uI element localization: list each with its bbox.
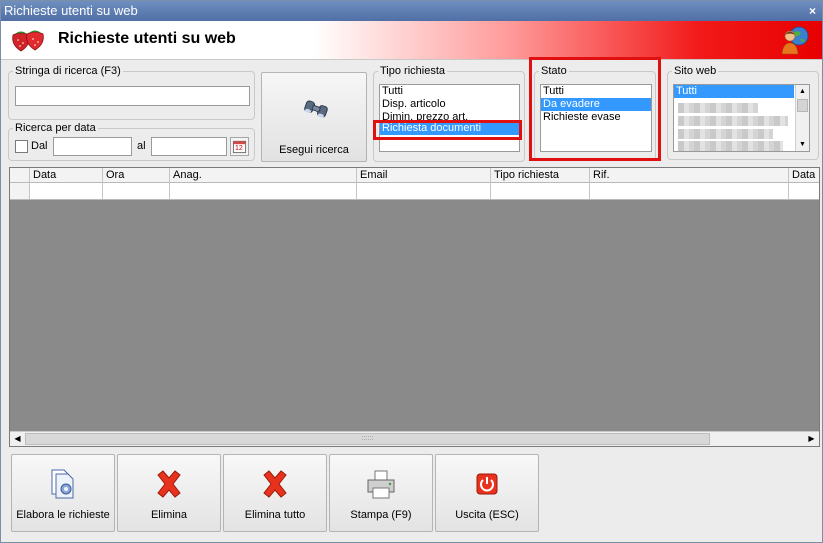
- list-item[interactable]: Tutti: [380, 85, 519, 98]
- column-header-data[interactable]: Data: [30, 168, 103, 183]
- blurred-item: [678, 129, 773, 139]
- date-filter-legend: Ricerca per data: [15, 122, 96, 134]
- window-title: Richieste utenti su web: [4, 3, 138, 18]
- print-button[interactable]: Stampa (F9): [329, 454, 433, 532]
- list-item[interactable]: Disp. articolo: [380, 98, 519, 111]
- printer-icon: [367, 470, 395, 499]
- strawberry-logo-icon: [12, 30, 44, 52]
- blurred-item: [678, 103, 758, 113]
- scroll-thumb[interactable]: [797, 99, 808, 112]
- blurred-item: [678, 116, 788, 126]
- date-filter-checkbox[interactable]: [15, 140, 28, 153]
- scroll-left-icon[interactable]: ◀: [10, 432, 25, 446]
- column-header-data-2[interactable]: Data: [789, 168, 819, 183]
- app-window: Richieste utenti su web × Richieste uten…: [0, 0, 823, 543]
- date-to-label: al: [137, 140, 146, 152]
- user-globe-icon: [781, 26, 809, 55]
- date-to-field[interactable]: [151, 137, 227, 156]
- website-scrollbar[interactable]: ▲ ▼: [795, 85, 809, 151]
- title-bar: Richieste utenti su web ×: [1, 1, 822, 21]
- list-item[interactable]: Dimin. prezzo art.: [380, 111, 519, 120]
- exit-label: Uscita (ESC): [455, 509, 519, 521]
- header-banner: Richieste utenti su web: [1, 21, 822, 60]
- scroll-thumb[interactable]: ::::::: [25, 433, 710, 445]
- request-type-highlight: [373, 120, 522, 140]
- scroll-right-icon[interactable]: ▶: [804, 432, 819, 446]
- scroll-down-icon[interactable]: ▼: [796, 138, 809, 151]
- column-header-rif[interactable]: Rif.: [590, 168, 789, 183]
- scroll-up-icon[interactable]: ▲: [796, 85, 809, 98]
- power-exit-icon: [476, 473, 498, 495]
- list-item-selected[interactable]: Tutti: [674, 85, 794, 98]
- exit-button[interactable]: Uscita (ESC): [435, 454, 539, 532]
- website-legend: Sito web: [674, 65, 717, 77]
- search-button-label: Esegui ricerca: [279, 144, 349, 156]
- process-requests-button[interactable]: Elabora le richieste: [11, 454, 115, 532]
- table-header: Data Ora Anag. Email Tipo richiesta Rif.…: [10, 168, 819, 183]
- requests-table: Data Ora Anag. Email Tipo richiesta Rif.…: [9, 167, 820, 447]
- process-documents-icon: [51, 469, 74, 499]
- blurred-item: [678, 141, 783, 151]
- process-requests-label: Elabora le richieste: [16, 509, 110, 521]
- search-string-legend: Stringa di ricerca (F3): [15, 65, 121, 77]
- calendar-button[interactable]: 12: [230, 137, 249, 156]
- row-indicator-header: [10, 168, 30, 183]
- delete-label: Elimina: [150, 509, 188, 521]
- status-highlight: [529, 57, 661, 161]
- column-header-email[interactable]: Email: [357, 168, 491, 183]
- request-type-legend: Tipo richiesta: [380, 65, 446, 77]
- delete-all-label: Elimina tutto: [244, 509, 306, 521]
- search-button[interactable]: Esegui ricerca: [261, 72, 367, 162]
- banner-title: Richieste utenti su web: [58, 30, 236, 47]
- website-list[interactable]: Tutti ▲ ▼: [673, 84, 810, 152]
- column-header-anag[interactable]: Anag.: [170, 168, 357, 183]
- delete-all-button[interactable]: Elimina tutto: [223, 454, 327, 532]
- binoculars-icon: [304, 100, 328, 118]
- column-header-tipo-richiesta[interactable]: Tipo richiesta: [491, 168, 590, 183]
- table-horizontal-scrollbar[interactable]: ◀ :::::: ▶: [10, 431, 819, 446]
- search-input[interactable]: [15, 86, 250, 106]
- table-row[interactable]: [10, 183, 819, 200]
- column-header-ora[interactable]: Ora: [103, 168, 170, 183]
- request-type-list[interactable]: Tutti Disp. articolo Dimin. prezzo art. …: [379, 84, 520, 152]
- bottom-toolbar: Elabora le richieste Elimina Elimina tut…: [9, 454, 820, 538]
- print-label: Stampa (F9): [350, 509, 412, 521]
- date-from-label: Dal: [31, 140, 48, 152]
- close-icon[interactable]: ×: [809, 1, 816, 21]
- date-from-field[interactable]: [53, 137, 132, 156]
- calendar-day: 12: [235, 145, 243, 152]
- red-x-icon: [263, 470, 287, 498]
- red-x-icon: [157, 470, 181, 498]
- delete-button[interactable]: Elimina: [117, 454, 221, 532]
